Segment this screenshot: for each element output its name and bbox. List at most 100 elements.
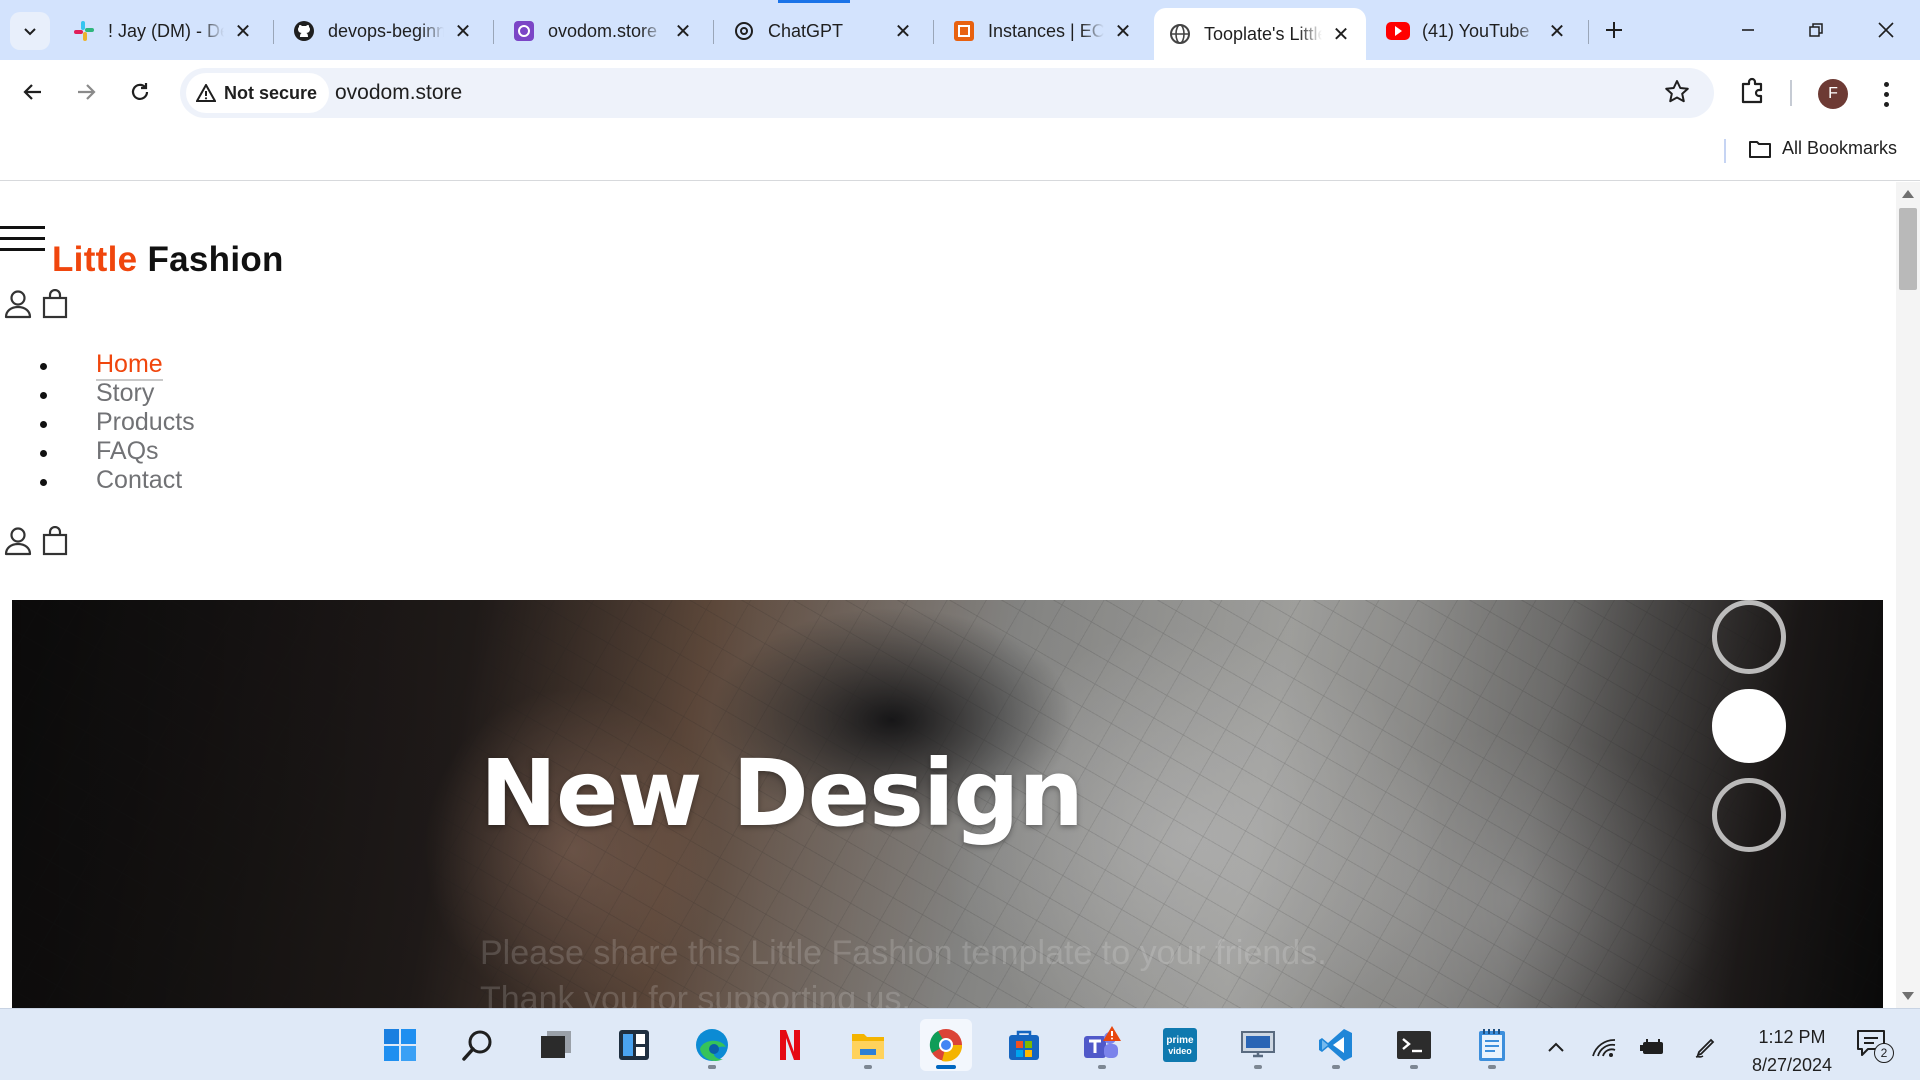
scroll-down-arrow-icon[interactable]: [1902, 992, 1914, 1000]
profile-avatar[interactable]: F: [1818, 79, 1848, 109]
hero-subtitle: Please share this Little Fashion templat…: [480, 934, 1327, 1008]
reload-button[interactable]: [120, 72, 160, 112]
restore-icon: [1809, 23, 1823, 37]
minimize-button[interactable]: [1726, 10, 1770, 50]
tab-strip: ! Jay (DM) - De ✕ devops-beginn ✕ ovodom…: [0, 0, 1920, 60]
notepad-icon[interactable]: [1466, 1019, 1518, 1071]
prime-video-icon[interactable]: prime video: [1154, 1019, 1206, 1071]
close-tab-icon[interactable]: ✕: [892, 20, 914, 43]
extension-page-icon: [512, 19, 536, 43]
close-tab-icon[interactable]: ✕: [452, 20, 474, 43]
clock-time: 1:12 PM: [1758, 1027, 1826, 1047]
show-hidden-icons-chevron-icon[interactable]: [1540, 1031, 1572, 1063]
slider-dot-3[interactable]: [1712, 778, 1786, 852]
slider-dot-1[interactable]: [1712, 600, 1786, 674]
chrome-icon[interactable]: [920, 1019, 972, 1071]
plus-icon: [1606, 22, 1622, 38]
extensions-puzzle-icon[interactable]: [1738, 76, 1768, 106]
loading-indicator: [778, 0, 850, 3]
nav-link-label: Products: [96, 408, 195, 436]
clock-date: 8/27/2024: [1751, 1055, 1833, 1075]
notification-center-button[interactable]: 2: [1856, 1029, 1894, 1063]
vscode-icon[interactable]: [1310, 1019, 1362, 1071]
header-icons-top: [4, 289, 72, 319]
page-scrollbar[interactable]: [1896, 182, 1920, 1008]
tab-search-button[interactable]: [10, 12, 50, 50]
search-icon[interactable]: [452, 1019, 504, 1071]
notification-count-badge: 2: [1874, 1043, 1894, 1063]
forward-button[interactable]: [66, 72, 106, 112]
tab-title: (41) YouTube: [1422, 20, 1530, 41]
address-bar[interactable]: Not secure ovodom.store: [180, 68, 1714, 118]
tab-title: ChatGPT: [768, 20, 844, 41]
file-explorer-icon[interactable]: [842, 1019, 894, 1071]
scrollbar-thumb[interactable]: [1899, 208, 1917, 290]
tab-separator: [933, 20, 934, 44]
shopping-bag-icon[interactable]: [42, 526, 72, 556]
hero-title: New Design: [480, 740, 1084, 847]
terminal-icon[interactable]: [1388, 1019, 1440, 1071]
teams-icon[interactable]: [1076, 1019, 1128, 1071]
main-nav: Home Story Products FAQs Contact: [36, 350, 195, 495]
close-icon: [1878, 22, 1894, 38]
nav-item-home[interactable]: Home: [36, 350, 195, 381]
tab-ec2-instances[interactable]: Instances | EC2 ✕: [938, 10, 1148, 52]
nav-item-faqs[interactable]: FAQs: [36, 437, 195, 466]
chevron-down-icon: [24, 28, 36, 36]
bookmarks-bar: All Bookmarks: [0, 126, 1920, 181]
running-indicator: [1332, 1065, 1340, 1069]
microsoft-store-icon[interactable]: [998, 1019, 1050, 1071]
close-tab-icon[interactable]: ✕: [672, 20, 694, 43]
menu-toggle-icon[interactable]: [0, 226, 46, 260]
taskbar: prime video 1:12 PM 8/27/2024 2: [0, 1008, 1920, 1080]
tab-github[interactable]: devops-beginn ✕: [278, 10, 488, 52]
nav-item-story[interactable]: Story: [36, 379, 195, 408]
pen-icon[interactable]: [1690, 1031, 1722, 1063]
battery-icon[interactable]: [1636, 1031, 1668, 1063]
system-clock[interactable]: 1:12 PM 8/27/2024: [1740, 1023, 1844, 1079]
user-icon[interactable]: [4, 289, 34, 319]
nav-item-contact[interactable]: Contact: [36, 466, 195, 495]
netflix-icon[interactable]: [764, 1019, 816, 1071]
bookmark-star-icon[interactable]: [1664, 79, 1692, 107]
restore-button[interactable]: [1794, 10, 1838, 50]
close-tab-icon[interactable]: ✕: [232, 20, 254, 43]
back-button[interactable]: [13, 72, 53, 112]
remote-desktop-icon[interactable]: [1232, 1019, 1284, 1071]
tab-separator: [493, 20, 494, 44]
close-window-button[interactable]: [1864, 10, 1908, 50]
scroll-up-arrow-icon[interactable]: [1902, 190, 1914, 198]
windows-start-icon[interactable]: [374, 1019, 426, 1071]
running-indicator: [708, 1065, 716, 1069]
user-icon[interactable]: [4, 526, 34, 556]
new-tab-button[interactable]: [1598, 14, 1630, 46]
url-text[interactable]: ovodom.store: [335, 81, 462, 105]
tab-ovodom[interactable]: ovodom.store ✕: [498, 10, 708, 52]
tab-tooplate-active[interactable]: Tooplate's Little ✕: [1154, 8, 1366, 60]
nav-item-products[interactable]: Products: [36, 408, 195, 437]
wifi-icon[interactable]: [1588, 1031, 1620, 1063]
close-tab-icon[interactable]: ✕: [1546, 20, 1568, 43]
shopping-bag-icon[interactable]: [42, 289, 72, 319]
edge-icon[interactable]: [686, 1019, 738, 1071]
slack-icon: [72, 19, 96, 43]
svg-text:video: video: [1168, 1046, 1192, 1056]
logo-word-fashion: Fashion: [147, 240, 284, 279]
tab-separator: [713, 20, 714, 44]
tab-separator: [1588, 20, 1589, 44]
tab-slack[interactable]: ! Jay (DM) - De ✕: [58, 10, 268, 52]
security-chip[interactable]: Not secure: [186, 73, 330, 113]
running-indicator: [1098, 1065, 1106, 1069]
all-bookmarks-button[interactable]: All Bookmarks: [1748, 138, 1897, 159]
slider-dot-2-active[interactable]: [1712, 689, 1786, 763]
tab-chatgpt[interactable]: ChatGPT ✕: [718, 10, 928, 52]
page-viewport: Little Fashion Home Story Products FAQs …: [0, 182, 1896, 1008]
widgets-icon[interactable]: [608, 1019, 660, 1071]
close-tab-icon[interactable]: ✕: [1112, 20, 1134, 43]
warning-triangle-icon: [196, 84, 216, 102]
browser-menu-kebab-icon[interactable]: [1876, 78, 1896, 110]
close-tab-icon[interactable]: ✕: [1330, 23, 1352, 46]
tab-youtube[interactable]: (41) YouTube ✕: [1372, 10, 1582, 52]
site-logo[interactable]: Little Fashion: [52, 240, 284, 280]
task-view-icon[interactable]: [530, 1019, 582, 1071]
